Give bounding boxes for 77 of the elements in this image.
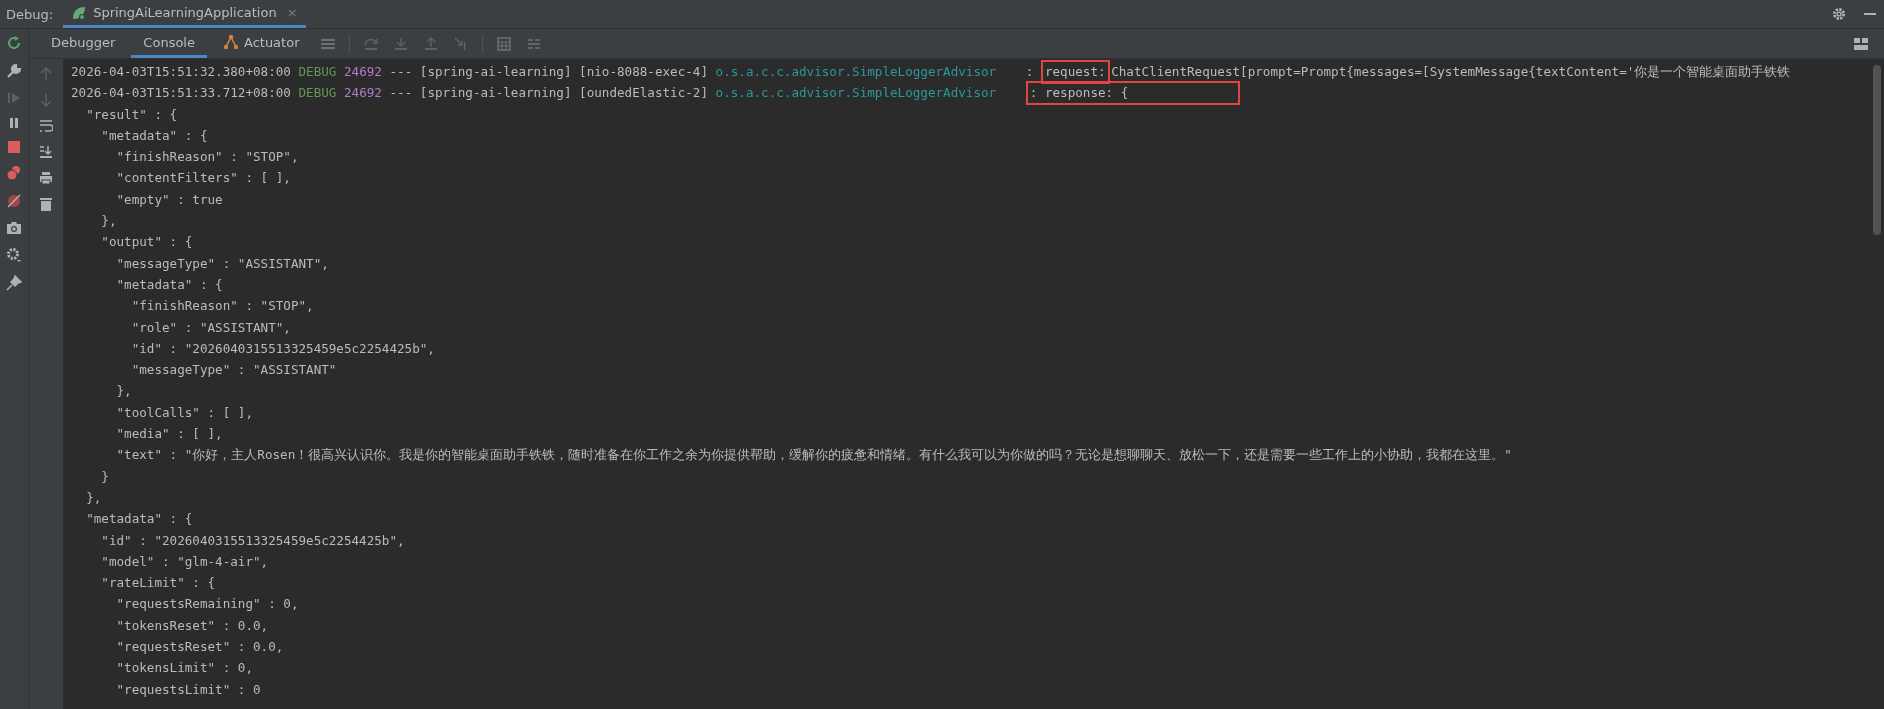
- log-timestamp: 2026-04-03T15:51:33.712+08:00: [71, 84, 291, 103]
- breakpoints-icon[interactable]: [6, 165, 22, 181]
- json-line: "finishReason" : "STOP",: [130, 297, 315, 316]
- step-into-icon[interactable]: [394, 36, 409, 51]
- trash-icon[interactable]: [40, 197, 52, 211]
- process-id: 24692: [344, 63, 382, 81]
- soft-wrap-icon[interactable]: [39, 119, 53, 133]
- camera-icon[interactable]: [6, 221, 22, 235]
- json-line: "result" : {: [85, 105, 179, 124]
- json-line: "text" : "你好，主人Rosen！很高兴认识你。我是你的智能桌面助手铁铁，随时准备在你工作之余为你提供帮助，缓解你的疲惫和情绪。有什么我可以为你做的吗？无论是想聊聊天、放松一下，还是需要一些工作上的小协助，我都在这里。": [115, 446, 1513, 465]
- log-separator: ---: [389, 63, 413, 81]
- json-line: "toolCalls" : [ ],: [115, 403, 254, 422]
- json-line: "requestsRemaining" : 0,: [115, 595, 300, 614]
- json-line: "tokensReset" : 0.0,: [115, 616, 270, 635]
- logger-name: o.s.a.c.c.advisor.SimpleLoggerAdvisor: [715, 63, 997, 81]
- step-out-icon[interactable]: [424, 36, 439, 51]
- panel-label: Debug:: [6, 6, 54, 22]
- json-line: "requestsLimit" : 0: [115, 680, 262, 699]
- json-line: "messageType" : "ASSISTANT": [130, 361, 338, 380]
- tab[interactable]: Console: [131, 29, 207, 58]
- scrollbar-thumb[interactable]: [1873, 65, 1881, 235]
- log-message: ChatClientRequest[prompt=Prompt{messages=[SystemMessage{textContent='你是一个智能桌面助手铁铁: [1111, 63, 1791, 81]
- step-over-icon[interactable]: [364, 36, 379, 51]
- log-separator: ---: [389, 84, 413, 103]
- layout-icon[interactable]: [1854, 37, 1868, 50]
- log-level: DEBUG: [298, 63, 337, 81]
- wrench-icon[interactable]: [6, 63, 22, 79]
- json-line: "finishReason" : "STOP",: [115, 148, 300, 167]
- json-line: "requestsReset" : 0.0,: [115, 638, 285, 656]
- resume-icon[interactable]: [7, 91, 21, 105]
- actuator-icon: [222, 34, 239, 50]
- json-line: "media" : [ ],: [115, 425, 224, 444]
- thread-name: [nio-8088-exec-4]: [579, 63, 708, 81]
- print-icon[interactable]: [39, 171, 53, 185]
- json-line: "tokensLimit" : 0,: [115, 659, 254, 678]
- settings-icon[interactable]: [1832, 7, 1846, 21]
- tab[interactable]: Actuator: [210, 29, 312, 58]
- json-line: },: [85, 488, 103, 507]
- app-name: [spring-ai-learning]: [419, 84, 572, 103]
- log-level: DEBUG: [298, 84, 337, 103]
- highlighted-text: request:: [1040, 59, 1110, 84]
- json-line: },: [100, 212, 118, 231]
- run-to-cursor-icon[interactable]: [454, 36, 469, 51]
- down-arrow-icon[interactable]: [40, 93, 52, 107]
- log-colon: :: [1025, 63, 1034, 81]
- json-line: "output" : {: [100, 233, 194, 252]
- process-id: 24692: [344, 84, 382, 103]
- json-line: "role" : "ASSISTANT",: [130, 318, 292, 337]
- json-line: "metadata" : {: [85, 510, 194, 529]
- tab[interactable]: Debugger: [39, 29, 128, 58]
- up-arrow-icon[interactable]: [40, 67, 52, 81]
- menu-icon[interactable]: [321, 37, 336, 50]
- json-line: },: [115, 382, 133, 401]
- json-line: "metadata" : {: [115, 275, 224, 294]
- pause-icon[interactable]: [8, 117, 20, 129]
- highlighted-text: : response: {: [1025, 80, 1241, 105]
- json-line: "rateLimit" : {: [100, 574, 217, 593]
- scroll-to-end-icon[interactable]: [39, 145, 53, 159]
- json-line: "id" : "2026040315513325459e5c2254425b",: [130, 339, 436, 358]
- json-line: "metadata" : {: [100, 126, 209, 145]
- rerun-icon[interactable]: [6, 35, 22, 51]
- log-timestamp: 2026-04-03T15:51:32.380+08:00: [71, 63, 291, 81]
- logger-name: o.s.a.c.c.advisor.SimpleLoggerAdvisor: [715, 84, 997, 103]
- pin-icon[interactable]: [6, 275, 22, 291]
- json-line: "model" : "glm-4-air",: [100, 552, 270, 571]
- json-line: }: [100, 467, 110, 486]
- json-line: "contentFilters" : [ ],: [115, 169, 292, 188]
- json-line: "id" : "2026040315513325459e5c2254425b",: [100, 531, 406, 550]
- trace-icon[interactable]: [527, 36, 542, 51]
- mute-breakpoints-icon[interactable]: [6, 193, 22, 209]
- settings-icon[interactable]: [6, 247, 22, 263]
- json-line: "empty" : true: [115, 190, 224, 209]
- json-line: "messageType" : "ASSISTANT",: [115, 254, 330, 273]
- leaf-icon: [71, 4, 88, 21]
- calculator-icon[interactable]: [497, 36, 512, 51]
- thread-name: [oundedElastic-2]: [579, 84, 708, 103]
- app-name: [spring-ai-learning]: [419, 63, 572, 81]
